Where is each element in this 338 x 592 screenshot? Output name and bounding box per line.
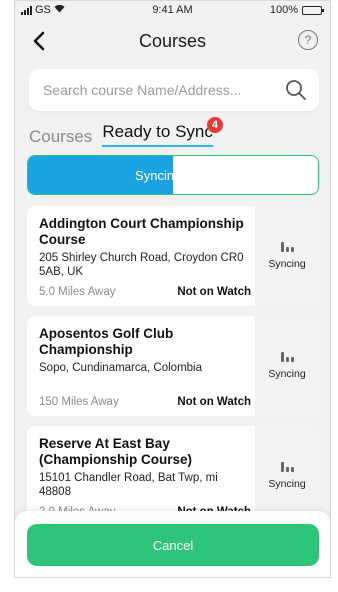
course-card[interactable]: Reserve At East Bay (Championship Course…	[27, 426, 319, 512]
sync-status: Syncing	[255, 316, 319, 416]
tab-courses[interactable]: Courses	[29, 127, 92, 147]
tab-ready-to-sync[interactable]: Ready to Sync 4	[102, 117, 223, 147]
page-title: Courses	[138, 31, 207, 51]
course-address: Sopo, Cundinamarca, Colombia	[39, 362, 203, 374]
course-address: 205 Shirley Church Road, Croydon CR0 5AB…	[39, 252, 244, 278]
course-card[interactable]: Addington Court Championship Course 205 …	[27, 206, 319, 306]
course-card[interactable]: Aposentos Golf Club Championship Sopo, C…	[27, 316, 319, 416]
sync-progress-bar: Syncing 50%	[27, 155, 319, 195]
course-info: Reserve At East Bay (Championship Course…	[39, 436, 251, 512]
status-right: 100%	[269, 4, 324, 16]
watch-status: Not on Watch	[177, 396, 251, 408]
tab-bar: Courses Ready to Sync 4	[29, 117, 223, 147]
course-footer: 5.0 Miles Away Not on Watch	[39, 286, 251, 298]
course-list: Addington Court Championship Course 205 …	[27, 206, 319, 512]
battery-icon	[302, 5, 324, 15]
sync-label: Syncing	[268, 258, 306, 270]
status-bar: GS 9:41 AM 100%	[15, 1, 330, 19]
sync-status: Syncing	[255, 206, 319, 306]
watch-status: Not on Watch	[177, 286, 251, 298]
course-address: 15101 Chandler Road, Bat Twp, mi 48808	[39, 472, 218, 498]
phone-screen: GS 9:41 AM 100% Courses ? Courses Ready …	[14, 0, 331, 578]
question-circle-icon: ?	[304, 33, 312, 47]
syncing-dots-icon	[280, 352, 294, 362]
syncing-dots-icon	[280, 242, 294, 252]
course-footer: 150 Miles Away Not on Watch	[39, 396, 251, 408]
course-name: Reserve At East Bay (Championship Course…	[39, 436, 193, 467]
bottom-panel: Cancel	[15, 511, 330, 577]
help-button[interactable]: ?	[298, 30, 318, 50]
course-name: Aposentos Golf Club Championship	[39, 326, 174, 357]
sync-label: Syncing	[268, 368, 306, 380]
nav-bar: Courses ?	[15, 21, 330, 63]
course-distance: 5.0 Miles Away	[39, 286, 116, 298]
search-icon[interactable]	[285, 79, 307, 101]
course-distance: 150 Miles Away	[39, 396, 119, 408]
search-bar	[29, 69, 319, 111]
tab-ready-label: Ready to Sync	[102, 122, 213, 141]
cancel-button[interactable]: Cancel	[27, 524, 319, 566]
syncing-dots-icon	[280, 462, 294, 472]
course-info: Addington Court Championship Course 205 …	[39, 216, 251, 298]
sync-label: Syncing	[268, 478, 306, 490]
search-input[interactable]	[43, 69, 273, 111]
battery-percent: 100%	[269, 4, 298, 16]
progress-label: Syncing 50%	[135, 167, 211, 183]
count-badge: 4	[206, 117, 223, 133]
sync-status: Syncing	[255, 426, 319, 512]
course-info: Aposentos Golf Club Championship Sopo, C…	[39, 326, 251, 408]
course-name: Addington Court Championship Course	[39, 216, 244, 247]
